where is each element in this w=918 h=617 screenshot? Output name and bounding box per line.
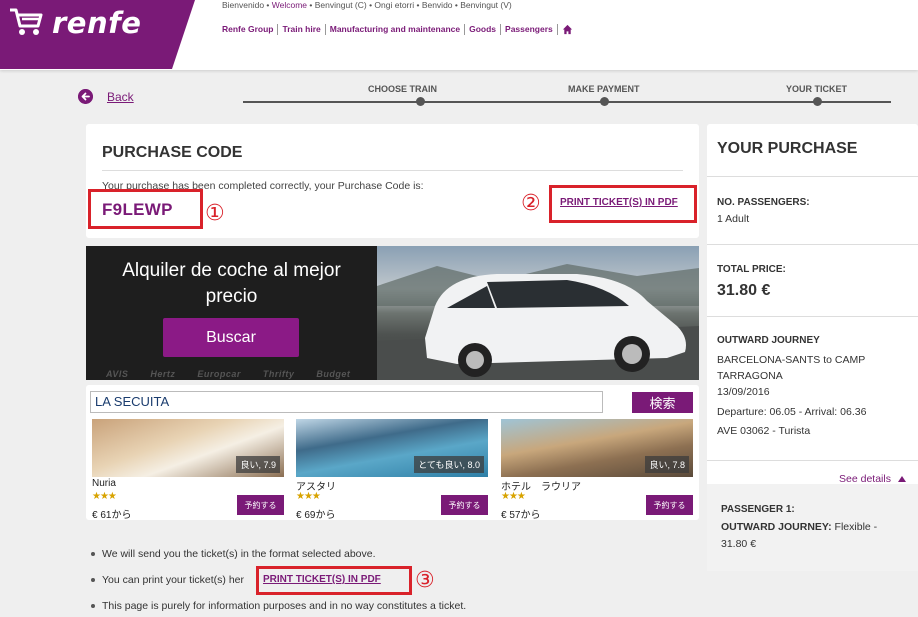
journey-route-cont: TARRAGONA	[717, 370, 783, 382]
lang-link-bienvenido[interactable]: Bienvenido	[222, 0, 264, 10]
nav-passengers[interactable]: Passengers	[501, 24, 558, 35]
car-photo	[377, 246, 699, 380]
step-choose-train: CHOOSE TRAIN	[368, 84, 438, 94]
hotel-card[interactable]: 良い, 7.8 ホテル ラウリア ★★★ € 57から 予約する	[501, 419, 693, 521]
journey-times: Departure: 06.05 - Arrival: 06.36	[717, 406, 867, 418]
annotation-box-1	[88, 189, 203, 229]
step-dot-2	[600, 97, 609, 106]
car-rental-ad[interactable]: Alquiler de coche al mejor precio Buscar…	[86, 246, 699, 380]
search-car-button[interactable]: Buscar	[163, 318, 299, 357]
purchase-summary: YOUR PURCHASE NO. PASSENGERS: 1 Adult TO…	[707, 124, 918, 571]
group-nav: Renfe Group Train hire Manufacturing and…	[222, 24, 573, 35]
home-icon[interactable]	[562, 24, 573, 35]
note-disclaimer: This page is purely for information purp…	[91, 600, 466, 612]
passenger-label: PASSENGER 1:	[721, 504, 795, 515]
lang-link-ongi-etorri[interactable]: Ongi etorri	[374, 0, 414, 10]
hotel-card[interactable]: とても良い, 8.0 アスタリ ★★★ € 69から 予約する	[296, 419, 488, 521]
hotel-name[interactable]: Nuria	[92, 478, 116, 489]
passenger-price: 31.80 €	[721, 538, 757, 550]
hotel-search-input[interactable]: LA SECUITA	[90, 391, 603, 413]
hotel-price: € 57から	[501, 510, 541, 521]
language-bar: Bienvenido • Welcome • Benvingut (C) • O…	[222, 0, 512, 10]
ad-headline: Alquiler de coche al mejor precio	[86, 258, 377, 310]
passenger-fare: OUTWARD JOURNEY: Flexible -	[721, 521, 878, 533]
bullet-dot	[91, 604, 95, 609]
bullet-dot	[91, 552, 95, 557]
hotel-search-button[interactable]: 検索	[632, 392, 693, 413]
divider	[707, 176, 918, 177]
annotation-number-2: ②	[521, 190, 541, 215]
divider	[707, 244, 918, 245]
hotel-stars: ★★★	[296, 491, 321, 502]
logo-avis: AVIS	[106, 369, 129, 379]
lang-link-welcome[interactable]: Welcome	[272, 0, 307, 10]
ad-headline-line2: precio	[205, 286, 258, 307]
annotation-number-1: ①	[205, 200, 225, 225]
hotel-price: € 61から	[92, 510, 132, 521]
nav-train-hire[interactable]: Train hire	[278, 24, 326, 35]
annotation-box-2	[549, 185, 697, 223]
journey-date: 13/09/2016	[717, 386, 770, 398]
lang-link-benvingut-v[interactable]: Benvingut (V)	[460, 0, 512, 10]
step-your-ticket: YOUR TICKET	[786, 84, 848, 94]
back-link[interactable]: Back	[107, 90, 134, 104]
logo-hertz: Hertz	[150, 369, 176, 379]
nav-goods[interactable]: Goods	[465, 24, 502, 35]
back-arrow-icon[interactable]	[78, 89, 93, 104]
nav-renfe-group[interactable]: Renfe Group	[222, 24, 279, 35]
progress-line	[243, 101, 891, 103]
divider	[707, 460, 918, 461]
purchase-code-title: PURCHASE CODE	[102, 144, 243, 161]
hotel-price: € 69から	[296, 510, 336, 521]
step-make-payment: MAKE PAYMENT	[568, 84, 640, 94]
journey-route: BARCELONA-SANTS to CAMP	[717, 354, 866, 366]
total-price-value: 31.80 €	[717, 282, 771, 299]
renfe-logo[interactable]: renfe	[52, 6, 141, 40]
step-dot-3	[813, 97, 822, 106]
logo-europcar: Europcar	[197, 369, 241, 379]
lang-link-benvingut-c[interactable]: Benvingut (C)	[315, 0, 367, 10]
hotel-widget: LA SECUITA 検索 良い, 7.9 Nuria ★★★ € 61から 予…	[86, 385, 699, 521]
shopping-cart-icon	[10, 8, 43, 35]
summary-title: YOUR PURCHASE	[717, 140, 858, 157]
annotation-number-3: ③	[415, 567, 435, 592]
hotel-rating: とても良い, 8.0	[414, 456, 484, 473]
rental-brand-logos: AVIS Hertz Europcar Thrifty Budget	[106, 369, 372, 379]
step-dot-1	[416, 97, 425, 106]
passengers-label: NO. PASSENGERS:	[717, 197, 810, 208]
passenger-details: PASSENGER 1: OUTWARD JOURNEY: Flexible -…	[707, 484, 918, 571]
book-button[interactable]: 予約する	[237, 495, 284, 515]
bullet-dot	[91, 578, 95, 583]
hotel-card[interactable]: 良い, 7.9 Nuria ★★★ € 61から 予約する	[92, 419, 284, 521]
logo-thrifty: Thrifty	[262, 369, 295, 379]
hotel-rating: 良い, 7.8	[645, 456, 689, 473]
passengers-value: 1 Adult	[717, 213, 750, 225]
hotel-rating: 良い, 7.9	[236, 456, 280, 473]
caret-up-icon	[897, 476, 906, 483]
book-button[interactable]: 予約する	[646, 495, 693, 515]
car-illustration	[377, 264, 699, 380]
book-button[interactable]: 予約する	[441, 495, 488, 515]
nav-manufacturing[interactable]: Manufacturing and maintenance	[326, 24, 466, 35]
lang-link-benvido[interactable]: Benvido	[422, 0, 453, 10]
hotel-stars: ★★★	[92, 491, 117, 502]
logo-budget: Budget	[316, 369, 351, 379]
divider	[707, 316, 918, 317]
note-format: We will send you the ticket(s) in the fo…	[91, 548, 376, 560]
outward-journey-label: OUTWARD JOURNEY	[717, 335, 820, 346]
divider	[102, 170, 683, 171]
ad-headline-line1: Alquiler de coche al mejor	[122, 260, 341, 281]
hotel-stars: ★★★	[501, 491, 526, 502]
annotation-box-3	[256, 566, 412, 595]
journey-train: AVE 03062 - Turista	[717, 425, 811, 437]
note-print: You can print your ticket(s) her	[91, 574, 244, 586]
total-price-label: TOTAL PRICE:	[717, 264, 786, 275]
